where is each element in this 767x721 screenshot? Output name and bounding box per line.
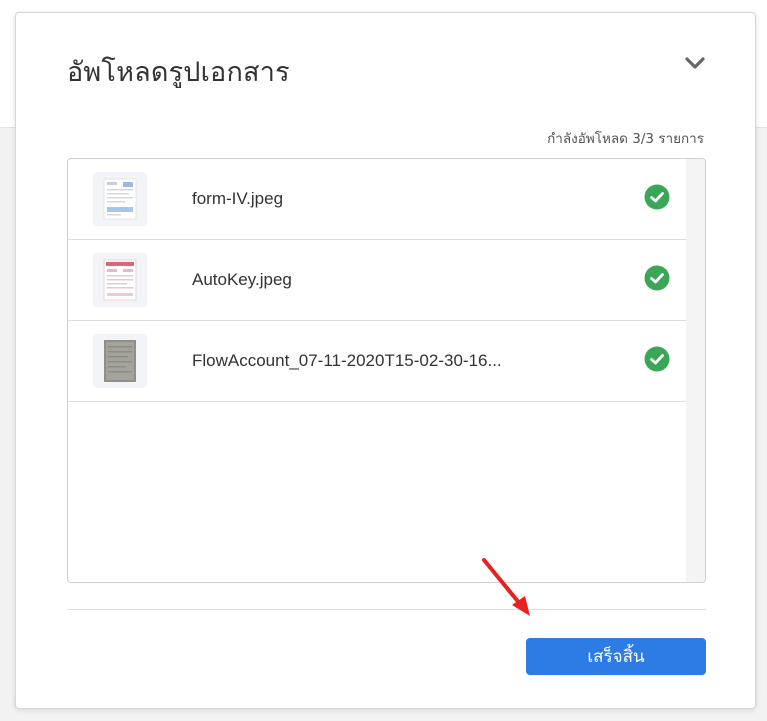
file-name: FlowAccount_07-11-2020T15-02-30-16...: [192, 351, 502, 370]
collapse-button[interactable]: [681, 49, 709, 77]
upload-progress-text: กำลังอัพโหลด 3/3 รายการ: [547, 131, 704, 147]
file-name: form-IV.jpeg: [192, 189, 284, 208]
upload-documents-dialog: อัพโหลดรูปเอกสาร กำลังอัพโหลด 3/3 รายการ: [15, 12, 756, 709]
footer-divider: [67, 609, 706, 610]
check-circle-icon: [644, 346, 670, 372]
file-row: form-IV.jpeg: [68, 159, 686, 240]
chevron-down-icon: [685, 57, 705, 69]
file-thumbnail: [93, 172, 147, 226]
check-circle-icon: [644, 265, 670, 291]
finish-button[interactable]: เสร็จสิ้น: [526, 638, 706, 675]
scrollbar[interactable]: [686, 159, 705, 582]
file-list[interactable]: form-IV.jpeg AutoKey.jpeg FlowAccount_07…: [67, 158, 706, 583]
file-row: FlowAccount_07-11-2020T15-02-30-16...: [68, 321, 686, 402]
dialog-title: อัพโหลดรูปเอกสาร: [67, 57, 290, 88]
file-name: AutoKey.jpeg: [192, 270, 292, 289]
file-thumbnail: [93, 334, 147, 388]
check-circle-icon: [644, 184, 670, 210]
file-thumbnail: [93, 253, 147, 307]
file-row: AutoKey.jpeg: [68, 240, 686, 321]
